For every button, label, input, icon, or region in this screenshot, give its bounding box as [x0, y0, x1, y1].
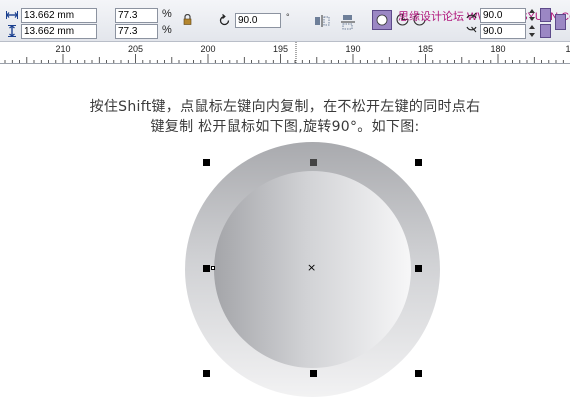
- property-bar: 13.662 mm 13.662 mm 77.3 77.3 % % 90.0 °: [0, 0, 570, 42]
- center-marker[interactable]: ×: [307, 262, 316, 273]
- object-height-icon: [8, 25, 16, 37]
- object-width-icon: [6, 11, 18, 19]
- start-angle-spinner[interactable]: [528, 8, 536, 22]
- ellipse-mode-button[interactable]: [372, 10, 392, 30]
- object-height-field[interactable]: 13.662 mm: [21, 24, 97, 39]
- ruler-label: 210: [55, 44, 71, 54]
- rotation-degree-symbol: °: [286, 12, 290, 22]
- clockwise-toggle[interactable]: [540, 8, 551, 22]
- ruler-label: 17: [565, 44, 570, 54]
- object-width-field[interactable]: 13.662 mm: [21, 8, 97, 23]
- handle-bottom-left[interactable]: [203, 370, 210, 377]
- mirror-horizontal-icon[interactable]: [314, 14, 330, 28]
- scale-y-percent: %: [162, 24, 172, 36]
- start-angle-field[interactable]: 90.0: [480, 8, 526, 23]
- end-angle-field[interactable]: 90.0: [480, 24, 526, 39]
- scale-x-percent: %: [162, 8, 172, 20]
- ruler-label: 180: [490, 44, 506, 54]
- horizontal-ruler[interactable]: 210 205 200 195 190 185 180 17: [0, 42, 570, 64]
- handle-bottom-center[interactable]: [310, 370, 317, 377]
- ellipse-icon: [376, 14, 388, 26]
- scale-y-field[interactable]: 77.3: [115, 24, 158, 39]
- mirror-vertical-icon[interactable]: [340, 14, 356, 30]
- handle-middle-left[interactable]: [203, 265, 210, 272]
- change-direction-button[interactable]: [555, 14, 566, 30]
- ruler-label: 185: [417, 44, 434, 54]
- rotate-icon: [219, 14, 230, 26]
- instruction-caption-line1: 按住Shift键，点鼠标左键向内复制，在不松开左键的同时点右: [89, 99, 481, 115]
- instruction-caption-line2: 键复制 松开鼠标如下图,旋转90°。如下图:: [150, 119, 420, 135]
- counterclockwise-toggle[interactable]: [540, 24, 551, 38]
- handle-bottom-right[interactable]: [415, 370, 422, 377]
- ruler-label: 195: [272, 44, 289, 54]
- end-angle-spinner[interactable]: [528, 24, 536, 38]
- rotation-angle-field[interactable]: 90.0: [235, 13, 281, 28]
- scale-x-field[interactable]: 77.3: [115, 8, 158, 23]
- end-angle-icon: [466, 26, 477, 33]
- handle-middle-right[interactable]: [415, 265, 422, 272]
- ruler-label: 190: [345, 44, 361, 54]
- handle-top-left[interactable]: [203, 159, 210, 166]
- ruler-label: 205: [127, 44, 144, 54]
- ruler-label: 200: [200, 44, 216, 54]
- handle-top-center[interactable]: [310, 159, 317, 166]
- node-point[interactable]: [211, 266, 215, 270]
- lock-ratio-icon[interactable]: [183, 14, 192, 25]
- start-angle-icon: [466, 12, 477, 19]
- handle-top-right[interactable]: [415, 159, 422, 166]
